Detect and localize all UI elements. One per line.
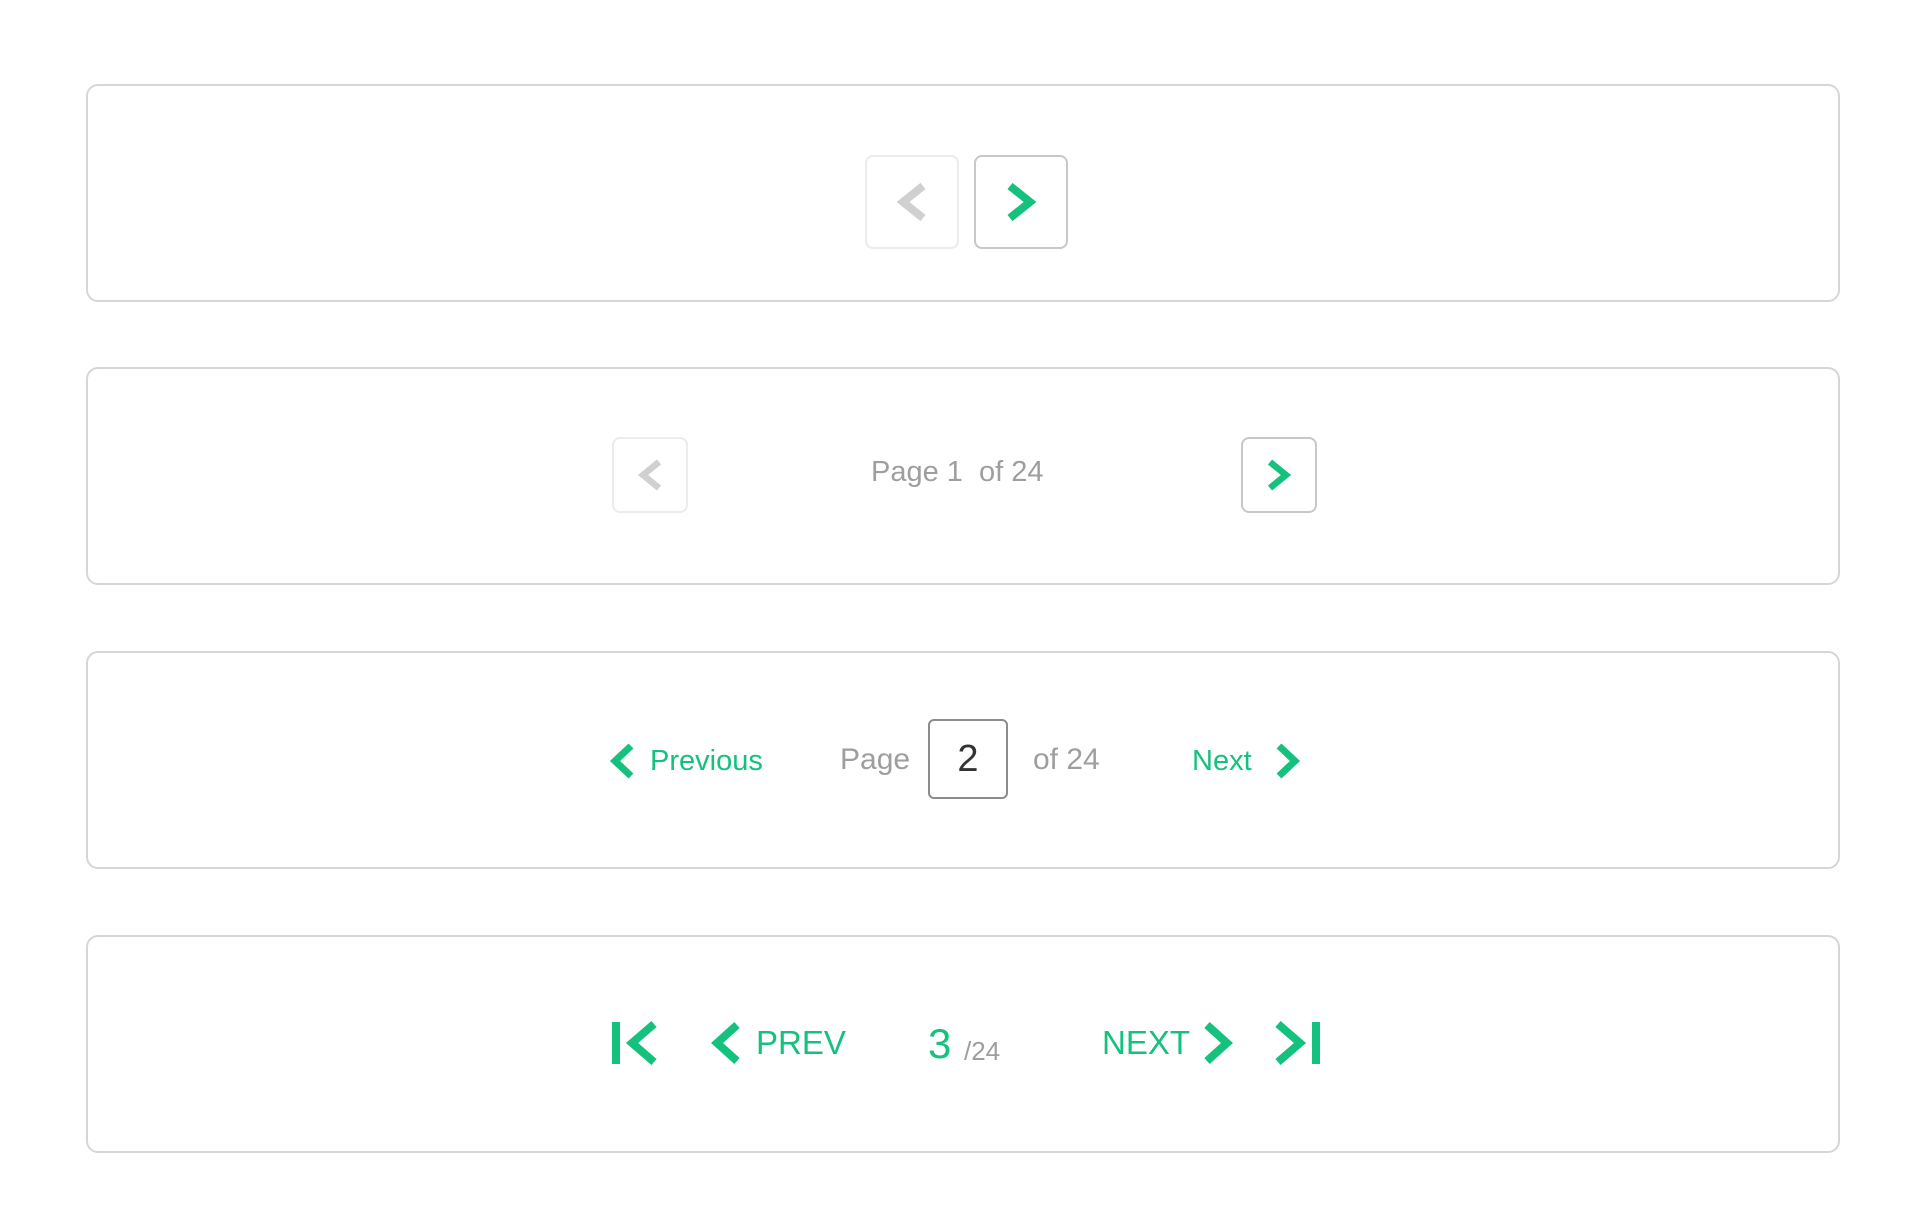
next-link[interactable]: Next — [1192, 737, 1302, 785]
next-page-button[interactable] — [974, 155, 1068, 249]
page-label: Page — [840, 743, 911, 776]
chevron-left-icon — [636, 459, 664, 491]
pagination-panel-arrows — [86, 84, 1840, 302]
pagination-panel-input: Previous Page of 24 Next — [86, 651, 1840, 869]
next-label: NEXT — [1102, 1024, 1191, 1061]
previous-label: Previous — [650, 744, 763, 777]
page-total: of 24 — [1033, 743, 1100, 776]
pagination-panel-status: Page 1 of 24 — [86, 367, 1840, 585]
chevron-left-icon — [608, 743, 636, 779]
prev-link[interactable]: PREV — [708, 1019, 846, 1067]
next-label: Next — [1192, 744, 1252, 777]
prev-page-button[interactable] — [865, 155, 959, 249]
next-page-button[interactable] — [1241, 437, 1317, 513]
prev-page-button[interactable] — [612, 437, 688, 513]
first-page-icon[interactable] — [610, 1019, 660, 1067]
next-link[interactable]: NEXT — [1102, 1019, 1236, 1067]
current-page: 3 — [928, 1020, 952, 1067]
previous-link[interactable]: Previous — [608, 737, 763, 785]
page-total: /24 — [964, 1036, 1001, 1066]
chevron-right-icon — [1274, 743, 1302, 779]
chevron-right-icon — [1265, 459, 1293, 491]
chevron-left-icon — [708, 1021, 742, 1065]
pagination-panel-full: PREV 3 /24 NEXT — [86, 935, 1840, 1153]
page-status: Page 1 of 24 — [871, 456, 1044, 488]
prev-label: PREV — [756, 1024, 846, 1061]
last-page-icon[interactable] — [1272, 1019, 1322, 1067]
page-number-input[interactable] — [928, 719, 1008, 799]
chevron-right-icon — [1004, 182, 1038, 222]
chevron-right-icon — [1202, 1021, 1236, 1065]
chevron-left-icon — [895, 182, 929, 222]
